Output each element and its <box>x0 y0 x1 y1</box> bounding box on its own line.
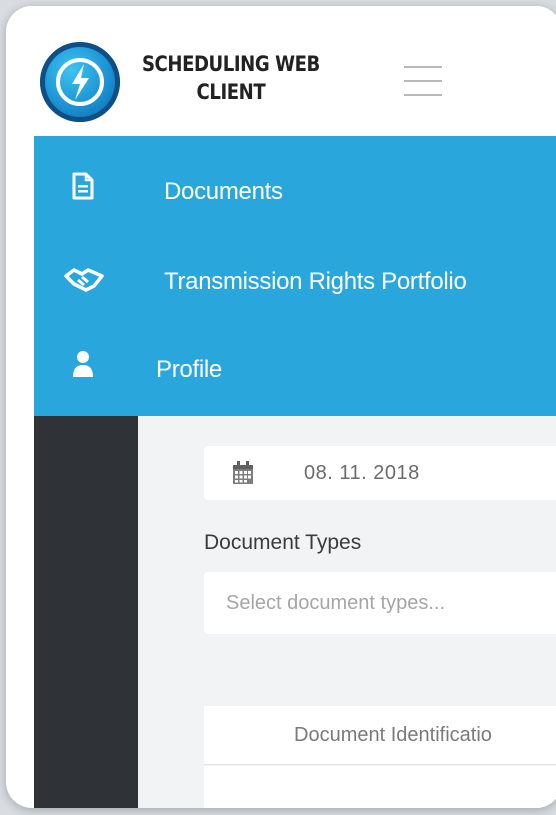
document-types-label: Document Types <box>204 531 362 554</box>
app-header: SCHEDULING WEB CLIENT <box>6 6 556 136</box>
sidebar <box>34 406 138 808</box>
document-types-select[interactable]: Select document types... <box>204 572 556 634</box>
lightning-bolt-icon <box>56 58 104 106</box>
hamburger-menu-button[interactable] <box>404 64 444 100</box>
column-header-document-identification[interactable]: Document Identificatio <box>294 724 492 747</box>
document-types-placeholder: Select document types... <box>226 592 446 614</box>
main-content: Time Interval From: 08. 11. 2018 Documen… <box>138 406 556 808</box>
table-row <box>204 766 556 808</box>
date-value: 08. 11. 2018 <box>304 462 420 484</box>
menu-item-transmission-rights-portfolio[interactable]: Transmission Rights Portfolio <box>34 244 556 324</box>
handshake-icon <box>64 268 104 292</box>
app-logo <box>40 42 120 122</box>
menu-item-profile[interactable]: Profile <box>34 332 556 412</box>
menu-item-documents[interactable]: Documents <box>34 154 556 234</box>
menu-item-label: Transmission Rights Portfolio <box>164 268 467 295</box>
app-title-line2: CLIENT <box>196 80 266 104</box>
app-window: SCHEDULING WEB CLIENT Time Interval From… <box>6 6 556 808</box>
app-title: SCHEDULING WEB CLIENT <box>132 50 330 106</box>
document-icon <box>72 172 94 200</box>
hamburger-icon <box>404 66 442 68</box>
calendar-icon <box>233 461 253 484</box>
date-from-field[interactable]: 08. 11. 2018 <box>204 446 556 500</box>
navigation-menu: Documents Transmission Rights Portfolio … <box>34 136 556 416</box>
table-header: Document Identificatio <box>204 706 556 765</box>
app-title-line1: SCHEDULING WEB <box>141 52 320 76</box>
menu-item-label: Documents <box>164 178 283 205</box>
menu-item-label: Profile <box>156 356 222 383</box>
user-icon <box>73 351 93 377</box>
